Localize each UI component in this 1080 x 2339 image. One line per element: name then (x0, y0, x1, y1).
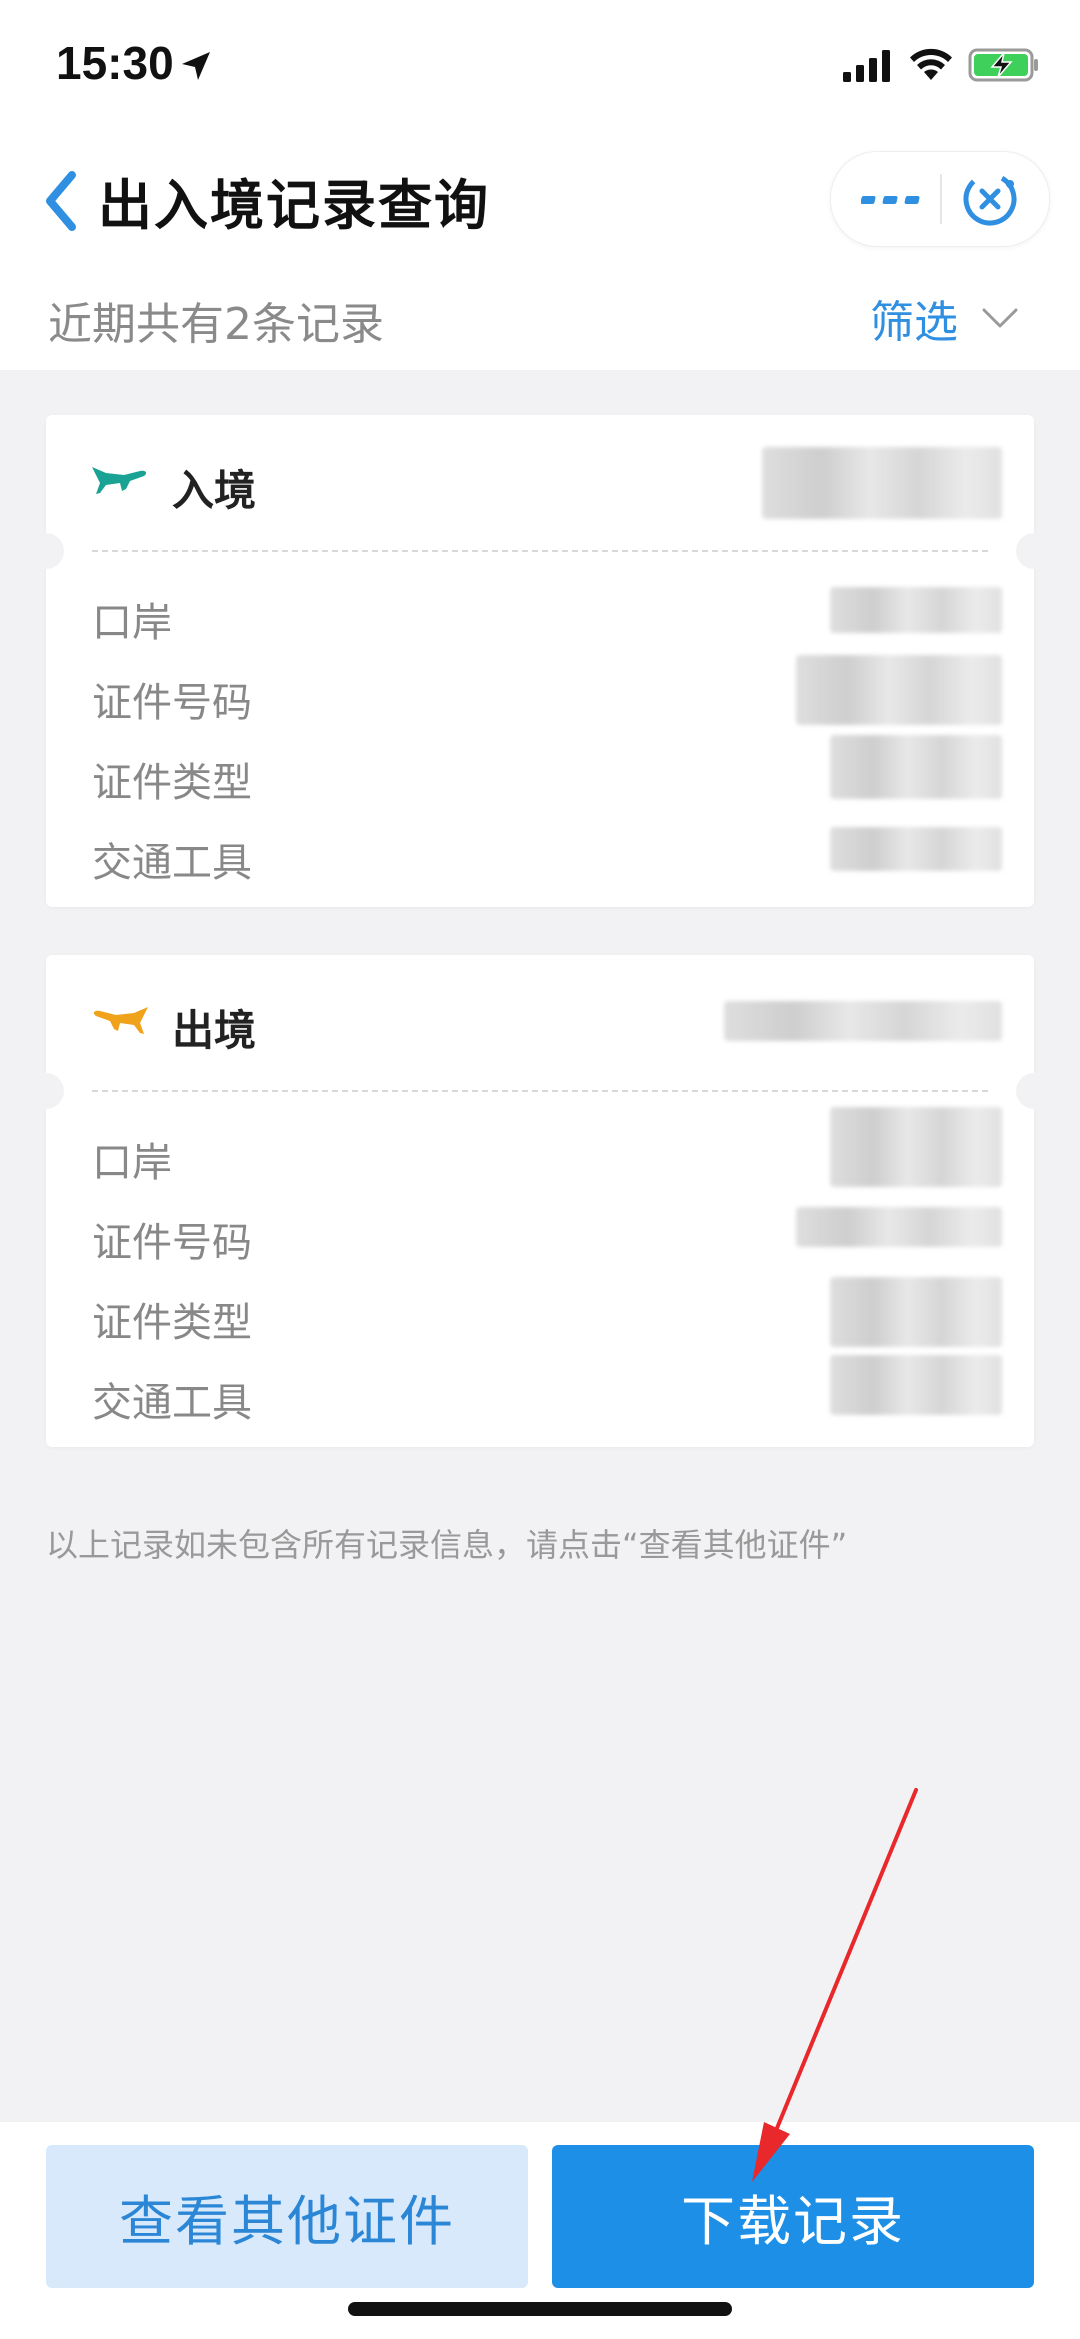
redacted-value (830, 735, 1002, 799)
status-time: 15:30 (56, 37, 174, 89)
filter-label: 筛选 (870, 297, 958, 348)
app-screen: 15:30 出入境记录查询 近期共有2条记录 筛选 入境 口岸 证件号码 证件类… (0, 0, 1080, 2339)
download-records-button[interactable]: 下载记录 (552, 2145, 1034, 2288)
record-card-exit[interactable]: 出境 口岸 证件号码 证件类型 交通工具 (28, 955, 1052, 1447)
cellular-signal-icon (843, 50, 890, 82)
filter-button[interactable]: 筛选 (870, 286, 1020, 350)
record-type-label: 出境 (172, 1006, 257, 1055)
field-label-transport: 交通工具 (92, 1380, 252, 1426)
capsule-divider (940, 174, 942, 224)
wifi-icon (910, 48, 952, 80)
redacted-value (830, 827, 1002, 871)
battery-charging-icon (968, 48, 1038, 82)
field-label-transport: 交通工具 (92, 840, 252, 886)
view-other-documents-button[interactable]: 查看其他证件 (46, 2145, 528, 2288)
ticket-notch (1016, 1073, 1052, 1109)
plane-departure-icon (93, 1007, 148, 1034)
plane-arrival-icon (92, 467, 147, 494)
redacted-value (796, 1207, 1002, 1247)
redacted-value (796, 655, 1002, 725)
dashed-divider (92, 1090, 988, 1092)
field-label-port: 口岸 (92, 1140, 172, 1186)
ticket-notch (28, 1073, 64, 1109)
mini-program-capsule (830, 151, 1050, 247)
dashed-divider (92, 550, 988, 552)
back-chevron-icon[interactable] (38, 165, 82, 237)
summary-row: 近期共有2条记录 筛选 (0, 270, 1080, 370)
redacted-value (830, 1107, 1002, 1187)
record-type-label: 入境 (172, 466, 257, 515)
redacted-value (830, 1355, 1002, 1415)
location-arrow-icon (182, 52, 210, 80)
home-indicator (348, 2302, 732, 2316)
field-label-document-type: 证件类型 (92, 760, 252, 806)
record-count-text: 近期共有2条记录 (48, 299, 384, 350)
redacted-value (830, 1277, 1002, 1347)
chevron-down-icon (982, 308, 1018, 328)
ticket-notch (28, 533, 64, 569)
redacted-value (830, 587, 1002, 633)
close-mini-program-icon[interactable] (957, 166, 1023, 232)
more-dots-icon[interactable] (861, 172, 931, 226)
field-label-document-type: 证件类型 (92, 1300, 252, 1346)
nav-bar: 出入境记录查询 (0, 135, 1080, 270)
ticket-notch (1016, 533, 1052, 569)
field-label-port: 口岸 (92, 600, 172, 646)
page-title: 出入境记录查询 (98, 174, 490, 237)
field-label-document-number: 证件号码 (92, 1220, 252, 1266)
redacted-date (762, 447, 1002, 519)
status-bar: 15:30 (0, 0, 1080, 135)
record-card-entry[interactable]: 入境 口岸 证件号码 证件类型 交通工具 (28, 415, 1052, 907)
field-label-document-number: 证件号码 (92, 680, 252, 726)
redacted-date (724, 1001, 1002, 1041)
records-hint-text: 以上记录如未包含所有记录信息，请点击“查看其他证件” (46, 1526, 848, 1564)
